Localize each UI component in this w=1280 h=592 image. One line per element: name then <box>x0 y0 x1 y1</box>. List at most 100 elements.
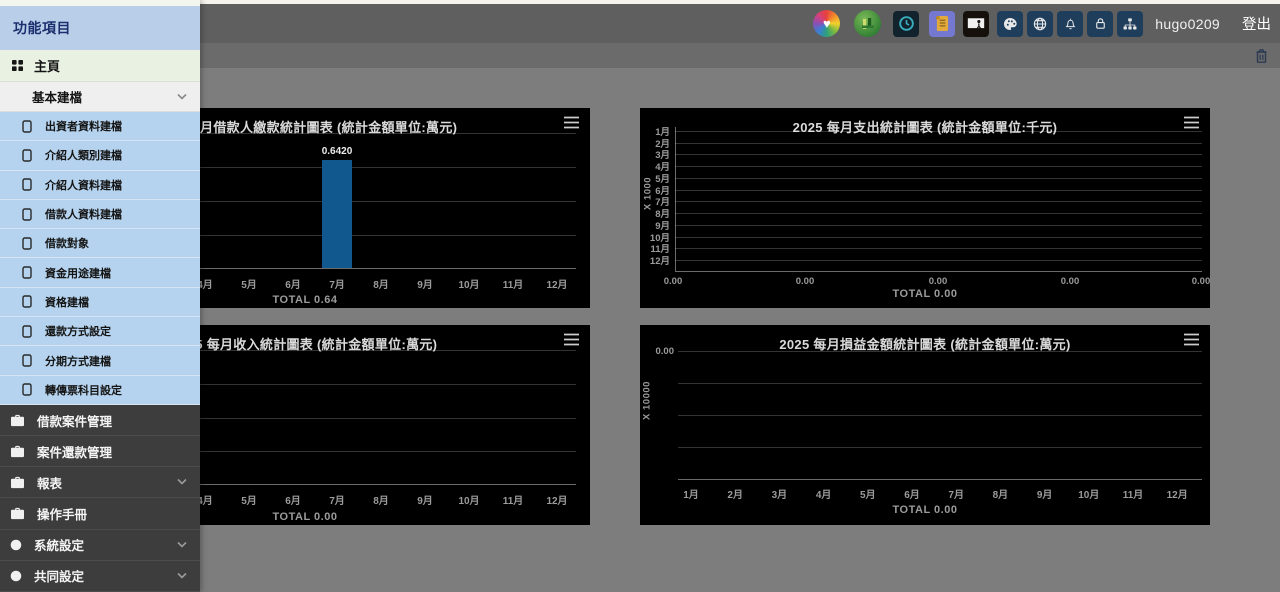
sidebar-item-label: 出資者資料建檔 <box>45 118 122 134</box>
x-axis-tick-label: 0.00 <box>664 276 683 287</box>
sidebar-item[interactable]: 還款方式設定 <box>0 317 200 346</box>
x-axis-month-label: 11月 <box>503 276 524 291</box>
chart-gridline <box>678 351 1202 352</box>
rainbow-heart-logo-icon[interactable]: ♥ <box>813 10 840 37</box>
chart-gridline <box>675 248 1202 249</box>
x-axis-tick-label: 0.00 <box>796 276 815 287</box>
chevron-down-icon <box>176 93 188 101</box>
chart-menu-icon[interactable] <box>563 116 580 129</box>
chart-panel-expenses: 2025 每月支出統計圖表 (統計金額單位:千元) X 1000 TOTAL 0… <box>640 108 1210 308</box>
sidebar-item-label: 介紹人資料建檔 <box>45 177 122 193</box>
palette-icon[interactable] <box>997 11 1023 37</box>
sidebar-item[interactable]: 介紹人類別建檔 <box>0 141 200 170</box>
green-logo-glyph <box>860 16 876 32</box>
x-axis-month-label: 11月 <box>1123 486 1144 501</box>
x-axis-month-label: 12月 <box>1167 486 1188 501</box>
x-axis-month-label: 10月 <box>1078 486 1099 501</box>
grid-icon <box>12 60 23 71</box>
palette-glyph <box>1002 16 1018 32</box>
chevron-down-icon <box>176 572 188 580</box>
x-axis-month-label: 8月 <box>373 492 389 507</box>
chart-gridline <box>675 166 1202 167</box>
x-axis-month-label: 9月 <box>417 492 433 507</box>
sidebar-item-label: 系統設定 <box>34 535 84 554</box>
y-axis-zero-label: 0.00 <box>640 346 674 357</box>
x-axis-tick-label: 0.00 <box>929 276 948 287</box>
chart-x-axis-line <box>675 271 1202 272</box>
briefcase-icon <box>10 445 25 458</box>
x-axis-month-label: 12月 <box>546 276 567 291</box>
clock-app-icon[interactable] <box>893 11 919 37</box>
chevron-down-icon <box>176 541 188 549</box>
circle-icon <box>10 539 22 551</box>
logout-button[interactable]: 登出 <box>1242 13 1271 34</box>
chart-gridline <box>675 213 1202 214</box>
x-axis-month-label: 5月 <box>241 492 257 507</box>
heart-icon: ♥ <box>823 17 831 30</box>
y-axis-month-label: 12月 <box>644 253 670 267</box>
sidebar-item-label: 共同設定 <box>34 566 84 585</box>
chart-menu-icon[interactable] <box>1183 116 1200 129</box>
sidebar-item[interactable]: 借款人資料建檔 <box>0 200 200 229</box>
form-icon <box>22 266 32 279</box>
sidebar-item-label: 主頁 <box>34 56 60 75</box>
chart-gridline <box>678 383 1202 384</box>
sidebar-dark-group: 借款案件管理案件還款管理報表操作手冊系統設定共同設定 <box>0 405 200 592</box>
x-axis-month-label: 2月 <box>727 486 743 501</box>
sidebar-item[interactable]: 共同設定 <box>0 561 200 592</box>
sidebar-item[interactable]: 分期方式建檔 <box>0 346 200 375</box>
x-axis-month-label: 7月 <box>948 486 964 501</box>
green-app-logo-icon[interactable] <box>854 10 881 37</box>
briefcase-icon <box>10 476 25 489</box>
sidebar-item[interactable]: 介紹人資料建檔 <box>0 171 200 200</box>
x-axis-tick-label: 0.00 <box>1061 276 1080 287</box>
chevron-down-icon <box>176 478 188 486</box>
globe-icon[interactable] <box>1027 11 1053 37</box>
bell-icon[interactable] <box>1057 11 1083 37</box>
form-icon <box>22 325 32 338</box>
sidebar-item[interactable]: 系統設定 <box>0 530 200 561</box>
sidebar-item[interactable]: 出資者資料建檔 <box>0 112 200 141</box>
chart-total-label: TOTAL 0.00 <box>640 288 1210 300</box>
chart-menu-icon[interactable] <box>1183 333 1200 346</box>
sidebar-item[interactable]: 資格建檔 <box>0 288 200 317</box>
scroll-icon <box>935 15 950 32</box>
sidebar-item-label: 資金用途建檔 <box>45 265 111 281</box>
briefcase-icon <box>10 507 25 520</box>
x-axis-month-label: 11月 <box>503 492 524 507</box>
x-axis-month-label: 6月 <box>904 486 920 501</box>
bell-glyph <box>1063 16 1078 31</box>
sidebar-item[interactable]: 借款案件管理 <box>0 405 200 436</box>
form-icon <box>22 354 32 367</box>
sitemap-icon[interactable] <box>1117 11 1143 37</box>
sidebar-item-label: 還款方式設定 <box>45 323 111 339</box>
globe-glyph <box>1032 16 1048 32</box>
chart-gridline <box>675 260 1202 261</box>
sidebar-item[interactable]: 操作手冊 <box>0 498 200 529</box>
trash-icon[interactable] <box>1254 48 1269 64</box>
chart-menu-icon[interactable] <box>563 333 580 346</box>
sidebar-item-home[interactable]: 主頁 <box>0 50 200 82</box>
x-axis-month-label: 1月 <box>683 486 699 501</box>
x-axis-month-label: 7月 <box>329 492 345 507</box>
sidebar-item[interactable]: 借款對象 <box>0 229 200 258</box>
sidebar-item-label: 轉傳票科目設定 <box>45 382 122 398</box>
form-icon <box>22 295 32 308</box>
sidebar-blue-group: 出資者資料建檔介紹人類別建檔介紹人資料建檔借款人資料建檔借款對象資金用途建檔資格… <box>0 112 200 405</box>
chart-gridline <box>675 131 1202 132</box>
sidebar-section-basic-setup[interactable]: 基本建檔 <box>0 82 200 112</box>
sidebar-item[interactable]: 轉傳票科目設定 <box>0 376 200 405</box>
x-axis-month-label: 5月 <box>860 486 876 501</box>
sidebar-item[interactable]: 案件還款管理 <box>0 436 200 467</box>
chart-total-label: TOTAL 0.00 <box>640 504 1210 516</box>
presentation-app-icon[interactable] <box>963 11 989 37</box>
form-icon <box>22 208 32 221</box>
lock-icon[interactable] <box>1087 11 1113 37</box>
sidebar-item[interactable]: 資金用途建檔 <box>0 258 200 287</box>
chart-gridline <box>675 190 1202 191</box>
sidebar-item[interactable]: 報表 <box>0 467 200 498</box>
sidebar-section-label: 基本建檔 <box>32 87 82 106</box>
scroll-app-icon[interactable] <box>929 11 955 37</box>
chart-gridline <box>675 154 1202 155</box>
sitemap-glyph <box>1122 16 1138 32</box>
